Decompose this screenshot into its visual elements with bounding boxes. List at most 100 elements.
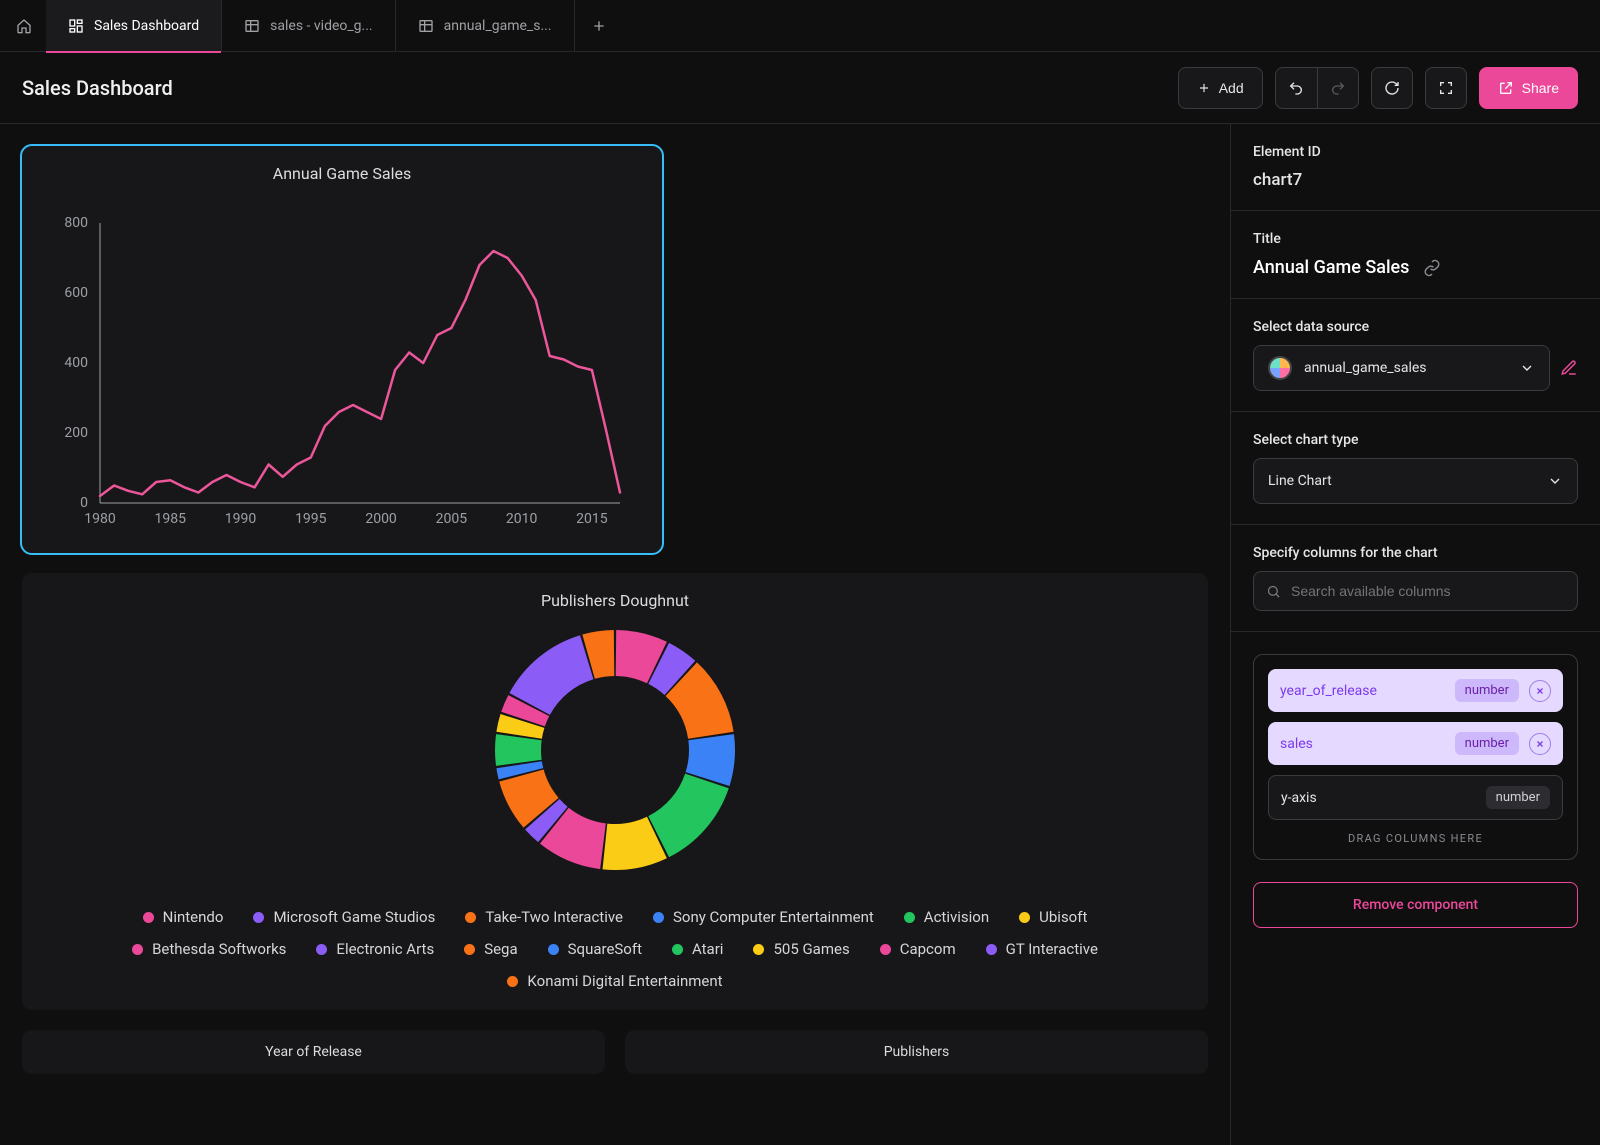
legend-item[interactable]: Capcom	[880, 940, 956, 958]
axis-name: y-axis	[1281, 790, 1317, 806]
section-label: Title	[1253, 231, 1578, 247]
tab-annual-game[interactable]: annual_game_s...	[396, 0, 575, 52]
section-charttype: Select chart type Line Chart	[1231, 412, 1600, 525]
tabbar: Sales Dashboard sales - video_g... annua…	[0, 0, 1600, 52]
legend-swatch	[464, 944, 475, 955]
legend-item[interactable]: GT Interactive	[986, 940, 1098, 958]
remove-component-label: Remove component	[1353, 897, 1478, 913]
title-value[interactable]: Annual Game Sales	[1253, 257, 1409, 278]
legend-item[interactable]: Microsoft Game Studios	[253, 908, 435, 926]
legend-swatch	[1019, 912, 1030, 923]
share-icon	[1498, 80, 1514, 96]
legend-label: Konami Digital Entertainment	[527, 972, 722, 990]
legend-item[interactable]: Nintendo	[143, 908, 224, 926]
main: Annual Game Sales 0200400600800198019851…	[0, 124, 1600, 1145]
redo-button[interactable]	[1317, 67, 1359, 109]
legend-swatch	[986, 944, 997, 955]
section-title: Title Annual Game Sales	[1231, 211, 1600, 299]
datasource-select[interactable]: annual_game_sales	[1253, 345, 1550, 391]
legend-label: 505 Games	[773, 940, 849, 958]
doughnut-legend: Nintendo Microsoft Game Studios Take-Two I…	[40, 908, 1190, 990]
edit-datasource-button[interactable]	[1560, 359, 1578, 377]
legend-item[interactable]: Take-Two Interactive	[465, 908, 623, 926]
legend-label: Sony Computer Entertainment	[673, 908, 874, 926]
charttype-select[interactable]: Line Chart	[1253, 458, 1578, 504]
charttype-value: Line Chart	[1268, 473, 1332, 489]
svg-text:2010: 2010	[506, 511, 538, 527]
tab-label: annual_game_s...	[444, 18, 552, 34]
chart-title: Publishers	[884, 1044, 950, 1060]
column-search-input[interactable]	[1291, 583, 1565, 599]
remove-chip-button[interactable]	[1529, 680, 1551, 702]
chart-annual-game-sales[interactable]: Annual Game Sales 0200400600800198019851…	[22, 146, 662, 553]
svg-text:600: 600	[64, 285, 88, 301]
legend-item[interactable]: Atari	[672, 940, 723, 958]
column-chip[interactable]: year_of_release number	[1268, 669, 1563, 712]
doughnut-chart	[485, 620, 745, 880]
add-tab-button[interactable]	[579, 6, 619, 46]
tab-label: Sales Dashboard	[94, 18, 199, 34]
section-label: Select data source	[1253, 319, 1578, 335]
header: Sales Dashboard Add Share	[0, 52, 1600, 124]
legend-swatch	[880, 944, 891, 955]
expand-icon	[1438, 80, 1454, 96]
remove-chip-button[interactable]	[1529, 733, 1551, 755]
column-chip[interactable]: sales number	[1268, 722, 1563, 765]
columns-well[interactable]: year_of_release number sales number	[1253, 654, 1578, 860]
table-icon	[244, 18, 260, 34]
type-pill: number	[1455, 732, 1519, 755]
svg-text:2005: 2005	[436, 511, 468, 527]
share-button[interactable]: Share	[1479, 67, 1578, 109]
remove-component-button[interactable]: Remove component	[1253, 882, 1578, 928]
axis-chip[interactable]: y-axis number	[1268, 775, 1563, 820]
datasource-swatch-icon	[1268, 356, 1292, 380]
svg-text:200: 200	[64, 425, 88, 441]
plus-icon	[591, 18, 607, 34]
redo-icon	[1330, 80, 1346, 96]
legend-swatch	[465, 912, 476, 923]
legend-item[interactable]: Sega	[464, 940, 517, 958]
legend-item[interactable]: Konami Digital Entertainment	[507, 972, 722, 990]
legend-label: Take-Two Interactive	[485, 908, 623, 926]
column-search[interactable]	[1253, 571, 1578, 611]
element-id-value: chart7	[1253, 170, 1578, 190]
undo-button[interactable]	[1275, 67, 1317, 109]
add-button[interactable]: Add	[1178, 67, 1263, 109]
chart-title: Year of Release	[265, 1044, 362, 1060]
legend-item[interactable]: SquareSoft	[548, 940, 642, 958]
svg-text:400: 400	[64, 355, 88, 371]
canvas[interactable]: Annual Game Sales 0200400600800198019851…	[0, 124, 1230, 1145]
legend-item[interactable]: Bethesda Softworks	[132, 940, 286, 958]
svg-text:2015: 2015	[576, 511, 608, 527]
refresh-button[interactable]	[1371, 67, 1413, 109]
home-button[interactable]	[6, 8, 42, 44]
legend-item[interactable]: 505 Games	[753, 940, 849, 958]
type-pill: number	[1455, 679, 1519, 702]
chart-year-of-release[interactable]: Year of Release	[22, 1030, 605, 1074]
legend-item[interactable]: Electronic Arts	[316, 940, 434, 958]
close-icon	[1535, 686, 1545, 696]
legend-item[interactable]: Ubisoft	[1019, 908, 1087, 926]
undo-icon	[1288, 80, 1304, 96]
svg-text:0: 0	[80, 495, 88, 511]
legend-item[interactable]: Sony Computer Entertainment	[653, 908, 874, 926]
chart-publishers-doughnut[interactable]: Publishers Doughnut Nintendo Microsoft Ga…	[22, 573, 1208, 1010]
svg-text:1990: 1990	[225, 511, 257, 527]
chart-publishers[interactable]: Publishers	[625, 1030, 1208, 1074]
chart-title: Publishers Doughnut	[40, 591, 1190, 610]
tab-sales-dashboard[interactable]: Sales Dashboard	[46, 0, 222, 52]
type-pill: number	[1486, 786, 1550, 809]
section-columns: Specify columns for the chart	[1231, 525, 1600, 632]
legend-swatch	[653, 912, 664, 923]
legend-label: Nintendo	[163, 908, 224, 926]
section-label: Element ID	[1253, 144, 1578, 160]
svg-text:1980: 1980	[84, 511, 116, 527]
inspector-sidebar: Element ID chart7 Title Annual Game Sale…	[1230, 124, 1600, 1145]
bottom-row: Year of Release Publishers	[22, 1030, 1208, 1074]
fullscreen-button[interactable]	[1425, 67, 1467, 109]
legend-label: Bethesda Softworks	[152, 940, 286, 958]
legend-item[interactable]: Activision	[904, 908, 989, 926]
chart-title: Annual Game Sales	[40, 164, 644, 183]
link-icon[interactable]	[1423, 259, 1441, 277]
tab-sales-video[interactable]: sales - video_g...	[222, 0, 395, 52]
